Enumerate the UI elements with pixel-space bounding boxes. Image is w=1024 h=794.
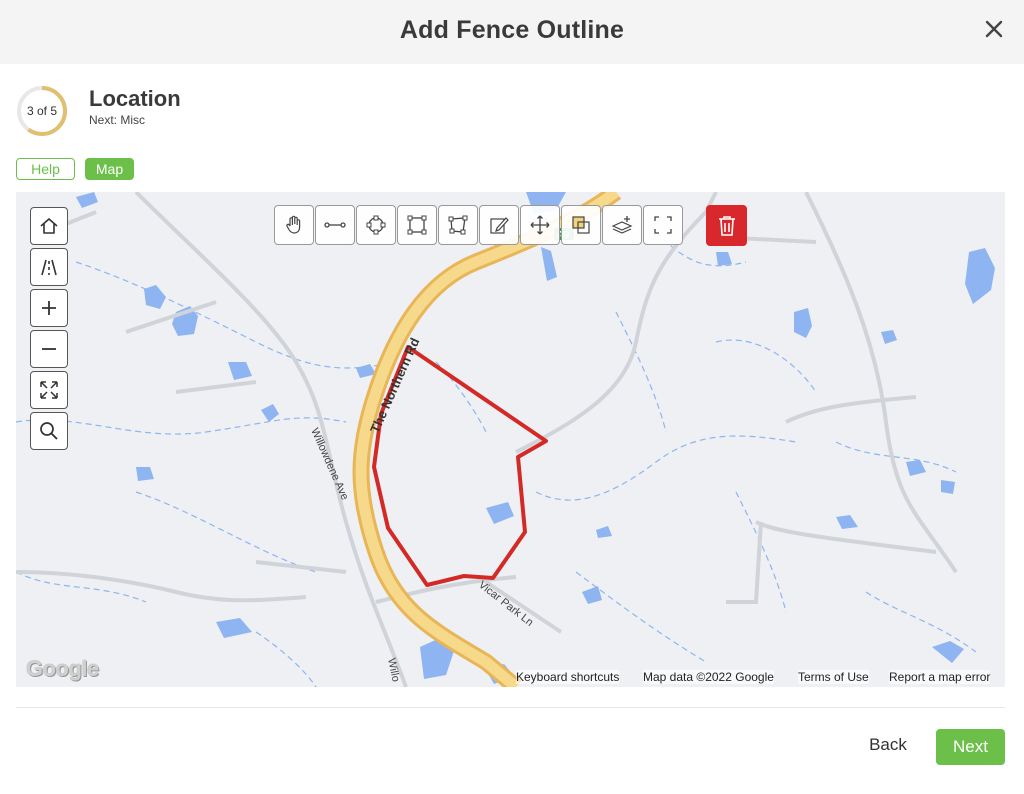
- fullscreen-expand-icon: [40, 381, 58, 399]
- modal-header: Add Fence Outline: [0, 0, 1024, 64]
- edit-pencil-icon: [490, 217, 509, 234]
- google-logo: Google: [26, 656, 99, 681]
- help-tab[interactable]: Help: [16, 158, 75, 180]
- street-label-willowdene: Willowdene Ave: [308, 426, 350, 502]
- rectangle-icon: [407, 215, 427, 235]
- move-icon: [530, 215, 550, 235]
- line-tool-button[interactable]: [315, 205, 355, 245]
- home-button[interactable]: [30, 207, 68, 245]
- edit-tool-button[interactable]: [479, 205, 519, 245]
- map-data-attribution: Map data ©2022 Google: [643, 670, 774, 684]
- zoom-in-button[interactable]: [30, 289, 68, 327]
- trash-icon: [718, 215, 735, 236]
- search-button[interactable]: [30, 412, 68, 450]
- report-map-error-link[interactable]: Report a map error: [889, 670, 991, 684]
- fit-bounds-button[interactable]: [30, 371, 68, 409]
- polygon-icon: [448, 215, 468, 235]
- home-icon: [40, 218, 58, 234]
- polygon-tool-button[interactable]: [438, 205, 478, 245]
- zoom-in-icon: [42, 301, 56, 315]
- modal-title: Add Fence Outline: [399, 16, 625, 44]
- pan-tool-button[interactable]: [274, 205, 314, 245]
- map-tab[interactable]: Map: [85, 158, 134, 180]
- line-icon: [324, 222, 346, 228]
- zoom-out-icon: [42, 348, 56, 350]
- search-icon: [40, 422, 58, 440]
- highway-outer: [352, 192, 622, 687]
- layers-tool-button[interactable]: [602, 205, 642, 245]
- next-button[interactable]: Next: [936, 729, 1005, 765]
- move-tool-button[interactable]: [520, 205, 560, 245]
- step-progress-text: 3 of 5: [26, 104, 58, 118]
- keyboard-shortcuts-link[interactable]: Keyboard shortcuts: [516, 670, 620, 684]
- circle-icon: [366, 215, 386, 235]
- select-area-icon: [654, 216, 672, 234]
- hand-pan-icon: [286, 215, 301, 234]
- zoom-out-button[interactable]: [30, 330, 68, 368]
- circle-tool-button[interactable]: [356, 205, 396, 245]
- duplicate-tool-button[interactable]: [561, 205, 601, 245]
- close-icon[interactable]: [980, 15, 1008, 43]
- road-icon: [41, 259, 57, 276]
- step-next-label: Next: Misc: [89, 113, 146, 127]
- layers-add-icon: [611, 216, 633, 234]
- step-title: Location: [89, 86, 181, 111]
- select-area-tool-button[interactable]: [643, 205, 683, 245]
- map-view[interactable]: The Northern Rd A9 Willowdene Ave Willo …: [16, 192, 1005, 687]
- road-view-button[interactable]: [30, 248, 68, 286]
- map-canvas[interactable]: The Northern Rd A9 Willowdene Ave Willo …: [16, 192, 1005, 687]
- duplicate-icon: [572, 216, 590, 234]
- back-button[interactable]: Back: [858, 735, 918, 759]
- highway-inner: [355, 192, 620, 687]
- terms-of-use-link[interactable]: Terms of Use: [798, 670, 869, 684]
- footer-divider: [16, 707, 1005, 708]
- rectangle-tool-button[interactable]: [397, 205, 437, 245]
- street-label-vicar-park: Vicar Park Ln: [476, 579, 535, 629]
- delete-shape-button[interactable]: [706, 205, 747, 246]
- street-label-willo: Willo: [385, 657, 402, 683]
